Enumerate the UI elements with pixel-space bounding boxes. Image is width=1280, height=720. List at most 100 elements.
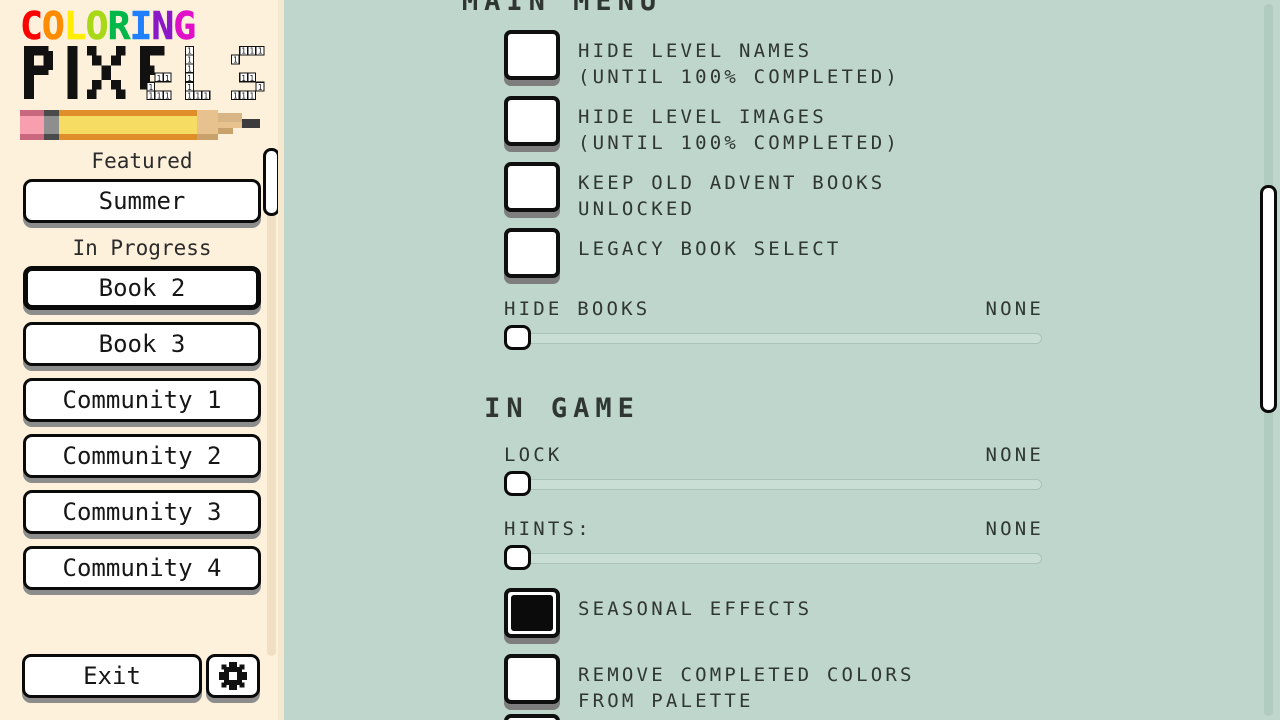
checkbox-remove-completed-colors[interactable] [504, 654, 560, 704]
logo-letter: O [41, 4, 65, 48]
sidebar-section-label: Featured [91, 149, 193, 173]
slider-row[interactable]: HINTS: NONE [504, 518, 1044, 570]
option-label: LEGACY BOOK SELECT [578, 238, 842, 260]
svg-text:1: 1 [157, 74, 162, 83]
svg-text:1: 1 [241, 47, 246, 56]
option-row[interactable]: HIDE LEVEL NAMES (UNTIL 100% COMPLETED) [504, 30, 900, 90]
svg-text:1: 1 [249, 92, 254, 101]
svg-text:1: 1 [241, 92, 246, 101]
svg-text:1: 1 [241, 74, 246, 83]
logo-letter: R [107, 4, 130, 48]
svg-text:1: 1 [258, 83, 263, 92]
svg-text:1: 1 [233, 55, 238, 64]
logo-letter: L [63, 4, 87, 48]
logo-letter: C [20, 4, 43, 48]
sidebar-item-community-1[interactable]: Community 1 [23, 378, 261, 422]
logo-letter: N [151, 4, 174, 48]
slider-value: NONE [985, 444, 1044, 466]
slider-track-wrap[interactable] [504, 471, 1044, 496]
slider-label: HIDE BOOKS [504, 298, 651, 320]
slider-track[interactable] [512, 553, 1042, 564]
sidebar-item-community-3[interactable]: Community 3 [23, 490, 261, 534]
sidebar-book-list[interactable]: Featured Summer In Progress Book 2 Book 3 Com… [0, 148, 284, 648]
slider-knob[interactable] [504, 471, 531, 496]
slider-header: HINTS: NONE [504, 518, 1044, 540]
option-row[interactable]: LEGACY BOOK SELECT [504, 228, 842, 278]
option-label: HIDE LEVEL IMAGES (UNTIL 100% COMPLETED) [578, 106, 901, 154]
sidebar-item-community-4[interactable]: Community 4 [23, 546, 261, 590]
slider-header: HIDE BOOKS NONE [504, 298, 1044, 320]
option-row[interactable]: REMOVE COMPLETED COLORS FROM PALETTE [504, 654, 915, 714]
checkbox-fill [511, 595, 553, 631]
exit-button[interactable]: Exit [22, 654, 202, 698]
exit-button-label: Exit [83, 662, 141, 690]
option-row[interactable]: SEASONAL EFFECTS [504, 588, 812, 638]
checkbox-fill [511, 235, 553, 271]
svg-text:1: 1 [165, 74, 170, 83]
logo-coloring-text: COLORING [20, 4, 197, 48]
slider-knob[interactable] [504, 325, 531, 350]
svg-text:1: 1 [187, 65, 192, 74]
option-label: SEASONAL EFFECTS [578, 598, 813, 620]
gear-icon [219, 662, 247, 690]
checkbox-seasonal-effects[interactable] [504, 588, 560, 638]
slider-label: LOCK [504, 444, 563, 466]
sidebar-item-book-3[interactable]: Book 3 [23, 322, 261, 366]
option-row[interactable]: HIDE LEVEL IMAGES (UNTIL 100% COMPLETED) [504, 96, 900, 156]
logo-letter: G [173, 4, 196, 48]
logo-letter: O [85, 4, 108, 48]
svg-text:1: 1 [249, 47, 254, 56]
checkbox-fill [511, 37, 553, 73]
pencil-icon [20, 110, 266, 140]
sidebar: COLORING 1 1 1 1 1 1 1 1 1 1 1 1 1 1 1 1… [0, 0, 284, 720]
svg-text:1: 1 [157, 92, 162, 101]
svg-text:1: 1 [233, 92, 238, 101]
svg-text:1: 1 [165, 92, 170, 101]
svg-text:1: 1 [258, 47, 263, 56]
svg-text:1: 1 [187, 74, 192, 83]
svg-text:1: 1 [204, 92, 209, 101]
sidebar-item-summer[interactable]: Summer [23, 179, 261, 223]
slider-track-wrap[interactable] [504, 545, 1044, 570]
slider-track[interactable] [512, 333, 1042, 344]
app-logo: COLORING 1 1 1 1 1 1 1 1 1 1 1 1 1 1 1 1… [0, 0, 284, 145]
svg-text:1: 1 [148, 92, 153, 101]
app-root: COLORING 1 1 1 1 1 1 1 1 1 1 1 1 1 1 1 1… [0, 0, 1280, 720]
checkbox-hide-level-images[interactable] [504, 96, 560, 146]
svg-text:1: 1 [195, 92, 200, 101]
checkbox-legacy-book-select[interactable] [504, 228, 560, 278]
section-title-in-game: IN GAME [484, 393, 640, 424]
checkbox-fill [511, 169, 553, 205]
slider-row[interactable]: LOCK NONE [504, 444, 1044, 496]
sidebar-footer: Exit [0, 654, 284, 706]
logo-letter: I [129, 4, 152, 48]
svg-text:1: 1 [249, 74, 254, 83]
slider-row[interactable]: HIDE BOOKS NONE [504, 298, 1044, 350]
sidebar-item-community-2[interactable]: Community 2 [23, 434, 261, 478]
sidebar-scrollbar-track[interactable] [267, 148, 276, 656]
settings-scrollbar-thumb[interactable] [1260, 185, 1277, 413]
logo-pixels-text: 11 1 111 1 1 1 1 1 1 1 1 1 1 1 1 1 1 1 1… [20, 46, 270, 104]
option-label: REMOVE COMPLETED COLORS FROM PALETTE [578, 664, 915, 712]
checkbox-hide-level-names[interactable] [504, 30, 560, 80]
option-row-partial[interactable] [504, 714, 560, 720]
settings-panel: MAIN MENU HIDE LEVEL NAMES (UNTIL 100% CO… [284, 0, 1280, 720]
settings-scrollbar[interactable] [1258, 0, 1278, 720]
checkbox-fill [511, 661, 553, 697]
sidebar-item-book-2[interactable]: Book 2 [23, 266, 261, 310]
slider-value: NONE [985, 298, 1044, 320]
option-row[interactable]: KEEP OLD ADVENT BOOKS UNLOCKED [504, 162, 885, 222]
slider-knob[interactable] [504, 545, 531, 570]
checkbox-partial-offscreen[interactable] [504, 714, 560, 720]
svg-text:1: 1 [187, 92, 192, 101]
svg-text:1: 1 [187, 55, 192, 64]
slider-track[interactable] [512, 479, 1042, 490]
option-label: HIDE LEVEL NAMES (UNTIL 100% COMPLETED) [578, 40, 901, 88]
sidebar-section-label: In Progress [72, 236, 212, 260]
slider-track-wrap[interactable] [504, 325, 1044, 350]
slider-header: LOCK NONE [504, 444, 1044, 466]
checkbox-keep-old-advent-books[interactable] [504, 162, 560, 212]
settings-button[interactable] [206, 654, 260, 698]
section-title-main-menu: MAIN MENU [461, 0, 663, 17]
option-label: KEEP OLD ADVENT BOOKS UNLOCKED [578, 172, 886, 220]
